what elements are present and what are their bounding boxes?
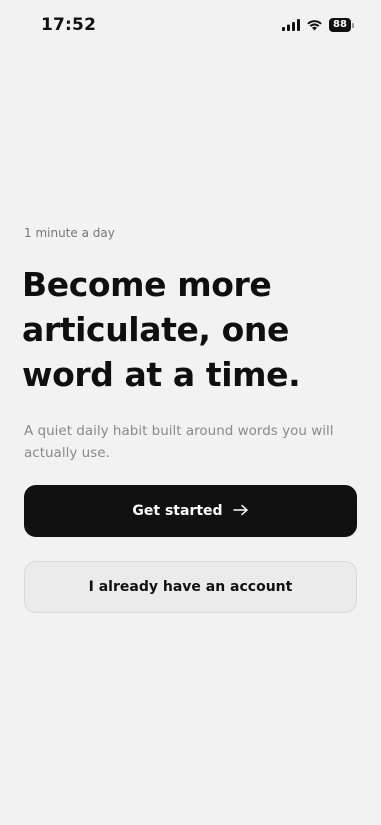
battery-tip bbox=[352, 22, 354, 28]
existing-account-button[interactable]: I already have an account bbox=[24, 561, 357, 613]
existing-account-label: I already have an account bbox=[88, 579, 293, 595]
battery-level: 88 bbox=[329, 18, 351, 32]
get-started-button[interactable]: Get started bbox=[24, 485, 357, 537]
wifi-icon bbox=[306, 16, 323, 35]
status-bar: 17:52 88 bbox=[0, 0, 381, 50]
status-icons: 88 bbox=[282, 17, 355, 33]
get-started-label: Get started bbox=[132, 503, 223, 519]
subtext: A quiet daily habit built around words y… bbox=[24, 423, 334, 461]
kicker-text: 1 minute a day bbox=[24, 226, 115, 240]
arrow-right-icon bbox=[232, 504, 249, 520]
signal-icon bbox=[282, 16, 300, 35]
status-time: 17:52 bbox=[41, 15, 97, 35]
battery-icon: 88 bbox=[329, 18, 355, 32]
headline: Become more articulate, one word at a ti… bbox=[22, 265, 301, 394]
